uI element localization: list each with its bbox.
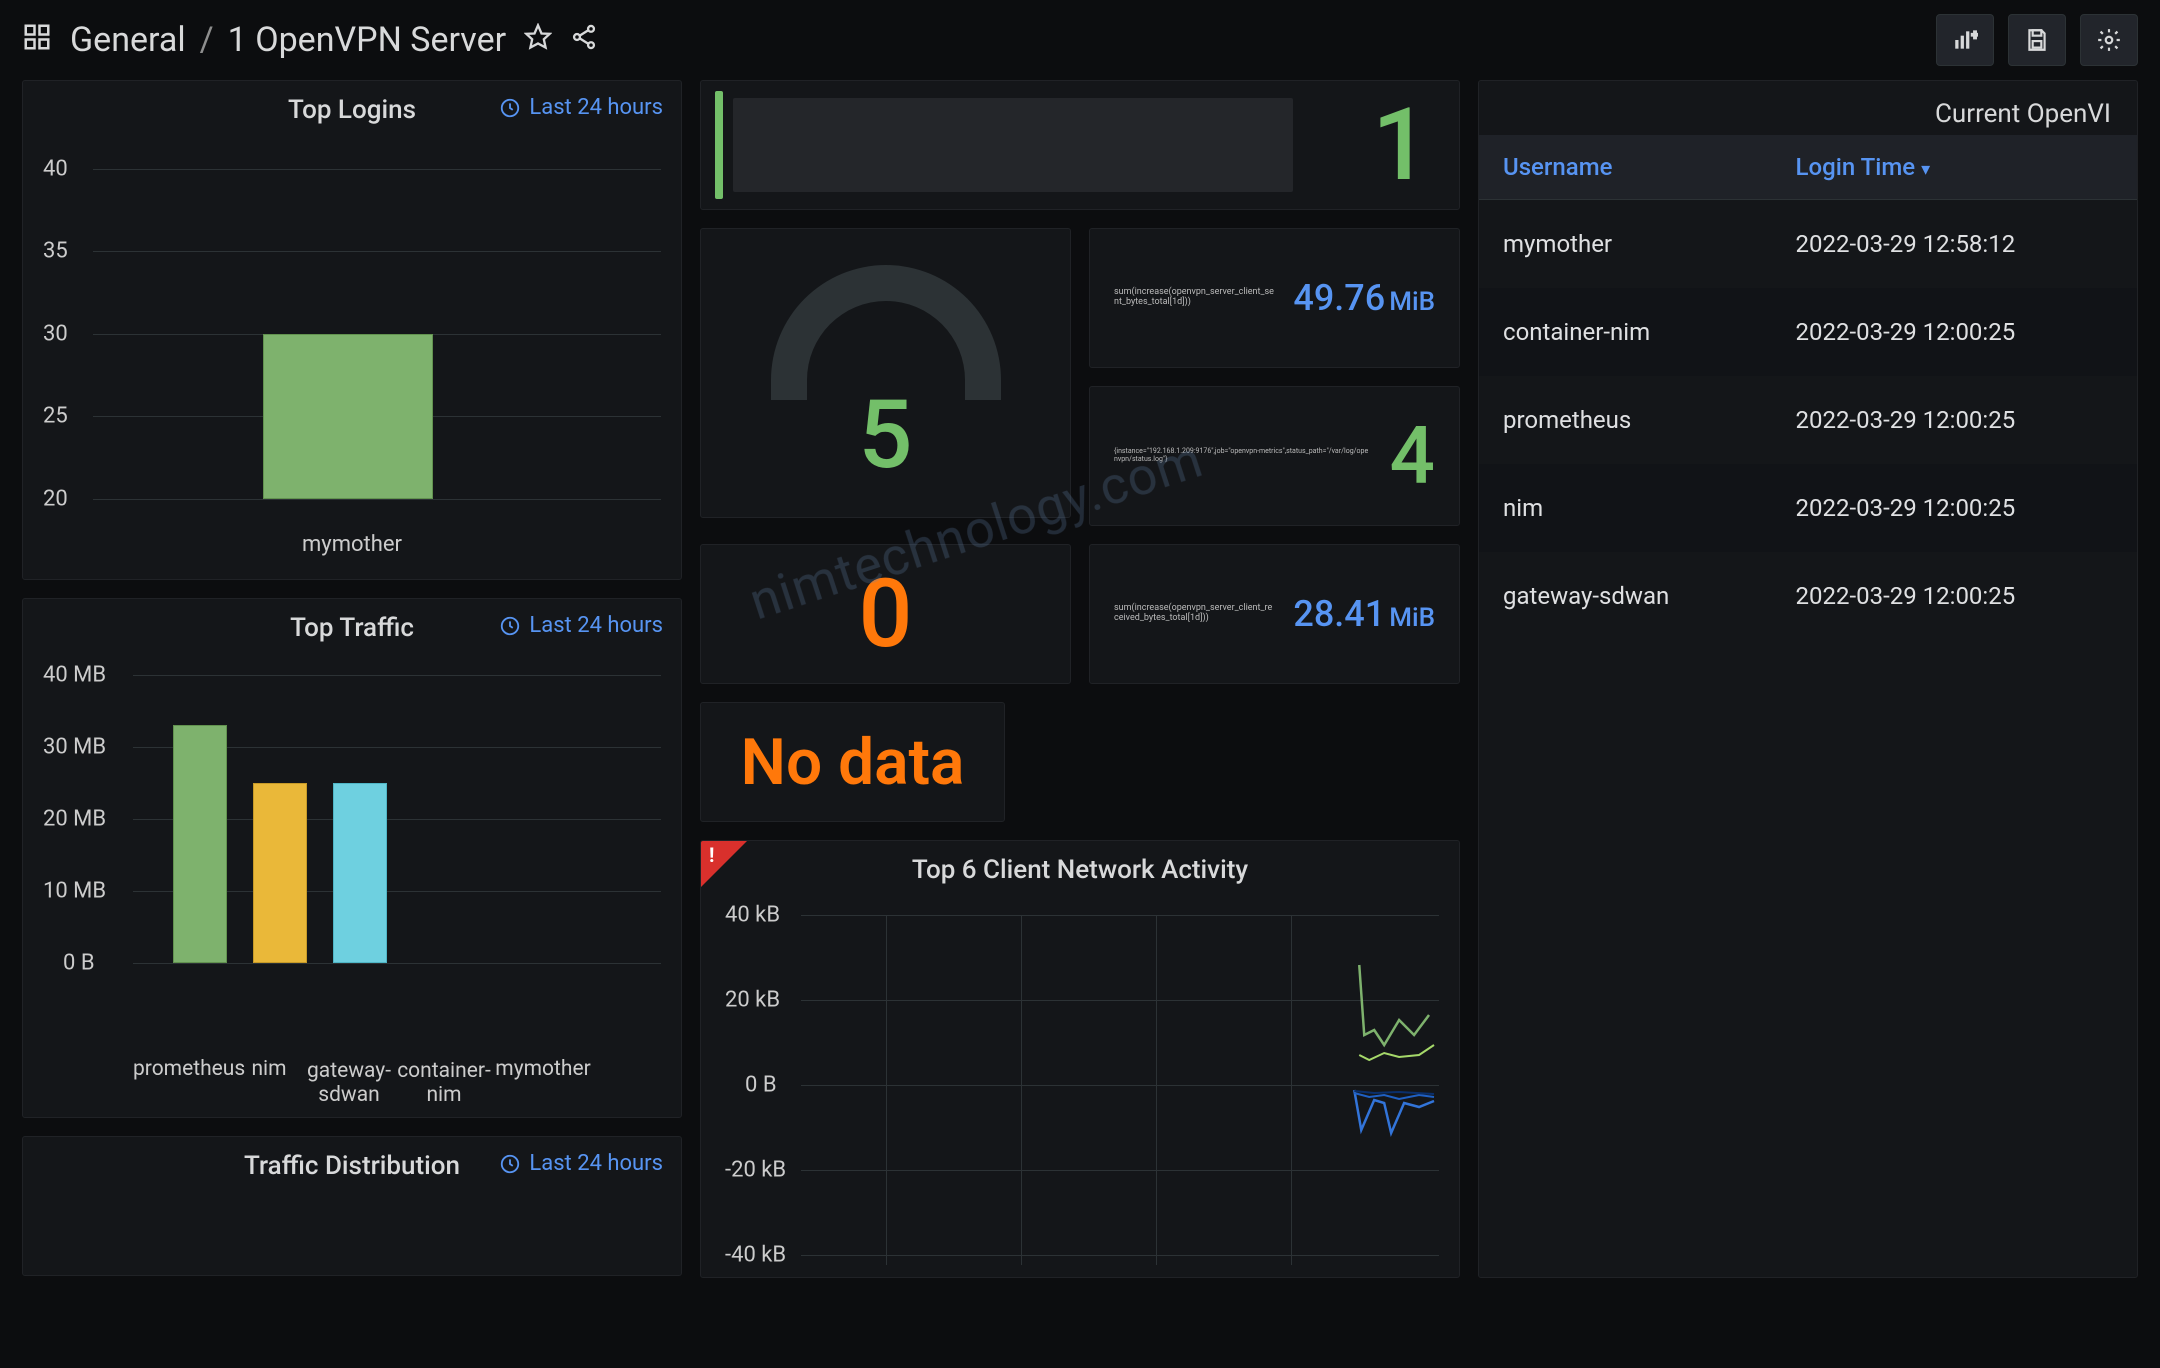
ytick: 10 MB [43, 879, 106, 904]
panel-title: Top 6 Client Network Activity [912, 855, 1248, 885]
no-data-label: No data [741, 725, 965, 800]
breadcrumb-folder[interactable]: General [70, 20, 186, 60]
panel-no-data[interactable]: No data [700, 702, 1005, 822]
ytick: 40 MB [43, 663, 106, 688]
stat-value: 0 [859, 559, 913, 670]
panel-bytes-received[interactable]: sum(increase(openvpn_server_client_recei… [1089, 544, 1460, 684]
panel-title: Top Logins [288, 95, 416, 125]
add-panel-button[interactable]: + [1936, 14, 1994, 66]
time-range-pill[interactable]: Last 24 hours [499, 613, 663, 638]
panel-title: Current OpenVI [1479, 81, 2137, 135]
xtick: mymother [493, 1057, 593, 1081]
stat-value: 28.41MiB [1293, 593, 1435, 635]
panel-current-connections[interactable]: Current OpenVI Username Login Time▾ mymo… [1478, 80, 2138, 1278]
ytick: 20 [43, 487, 68, 512]
clock-icon [499, 1153, 521, 1175]
stat-value: 4 [1390, 409, 1435, 503]
ytick: 35 [43, 239, 68, 264]
time-range-label: Last 24 hours [529, 1151, 663, 1176]
time-range-pill[interactable]: Last 24 hours [499, 1151, 663, 1176]
bar-chart-top-traffic: 40 MB 30 MB 20 MB 10 MB 0 B prometheus n… [23, 657, 681, 1117]
dashboard-settings-button[interactable] [2080, 14, 2138, 66]
bar-chart-top-logins: 40 35 30 25 20 mymother [23, 139, 681, 579]
table-row[interactable]: container-nim2022-03-29 12:00:25 [1479, 288, 2137, 376]
stat-value: 49.76MiB [1293, 277, 1435, 319]
panel-traffic-distribution[interactable]: Traffic Distribution Last 24 hours [22, 1136, 682, 1276]
ytick: 30 [43, 322, 68, 347]
xtick: prometheus [133, 1057, 233, 1081]
col-login-time[interactable]: Login Time▾ [1772, 135, 2137, 200]
ytick: 25 [43, 404, 68, 429]
panel-stat-orange[interactable]: 0 [700, 544, 1071, 684]
panel-stat-big1[interactable]: 1 [700, 80, 1460, 210]
ytick: 40 [43, 157, 68, 182]
table-row[interactable]: nim2022-03-29 12:00:25 [1479, 464, 2137, 552]
ytick: -20 kB [725, 1158, 786, 1183]
ytick: -40 kB [725, 1243, 786, 1268]
ytick: 30 MB [43, 735, 106, 760]
col-username[interactable]: Username [1479, 135, 1772, 200]
time-range-label: Last 24 hours [529, 613, 663, 638]
time-range-pill[interactable]: Last 24 hours [499, 95, 663, 120]
time-range-label: Last 24 hours [529, 95, 663, 120]
query-label: sum(increase(openvpn_server_client_sent_… [1114, 288, 1275, 308]
ytick: 0 B [745, 1073, 777, 1098]
panel-top-traffic[interactable]: Top Traffic Last 24 hours 40 MB 30 MB 20… [22, 598, 682, 1118]
stat-bar [715, 91, 723, 199]
ytick: 20 MB [43, 807, 106, 832]
stat-value: 1 [1372, 87, 1429, 204]
bar-prometheus [173, 725, 227, 963]
panel-bytes-sent[interactable]: sum(increase(openvpn_server_client_sent_… [1089, 228, 1460, 368]
ytick: 40 kB [725, 903, 780, 928]
xtick: mymother [23, 532, 681, 557]
bar-mymother [263, 334, 433, 499]
save-dashboard-button[interactable] [2008, 14, 2066, 66]
table-row[interactable]: gateway-sdwan2022-03-29 12:00:25 [1479, 552, 2137, 640]
breadcrumb-separator: / [200, 20, 214, 60]
svg-text:+: + [1972, 28, 1979, 43]
stat-spark-placeholder [733, 98, 1293, 192]
clock-icon [499, 615, 521, 637]
ytick: 0 B [63, 951, 95, 976]
breadcrumb-title[interactable]: 1 OpenVPN Server [228, 20, 506, 60]
clock-icon [499, 97, 521, 119]
dashboards-icon[interactable] [22, 22, 52, 58]
share-icon[interactable] [570, 23, 598, 57]
table-row[interactable]: mymother2022-03-29 12:58:12 [1479, 200, 2137, 289]
panel-status-count[interactable]: {instance="192.168.1.209:9176",job="open… [1089, 386, 1460, 526]
line-chart: 40 kB 20 kB 0 B -20 kB -40 kB [801, 905, 1439, 1265]
bar-gateway-sdwan [333, 783, 387, 963]
table-row[interactable]: prometheus2022-03-29 12:00:25 [1479, 376, 2137, 464]
panel-title: Traffic Distribution [244, 1151, 460, 1181]
panel-gauge[interactable]: 5 [700, 228, 1071, 518]
gauge-value: 5 [859, 380, 913, 491]
connections-table: Username Login Time▾ mymother2022-03-29 … [1479, 135, 2137, 640]
query-label: {instance="192.168.1.209:9176",job="open… [1114, 448, 1372, 463]
query-label: sum(increase(openvpn_server_client_recei… [1114, 604, 1275, 624]
panel-top-logins[interactable]: Top Logins Last 24 hours 40 35 30 25 20 … [22, 80, 682, 580]
star-icon[interactable] [524, 23, 552, 57]
panel-network-activity[interactable]: Top 6 Client Network Activity 40 kB 20 k… [700, 840, 1460, 1278]
sort-desc-icon: ▾ [1921, 159, 1930, 180]
ytick: 20 kB [725, 988, 780, 1013]
xtick: container-nim [379, 1059, 509, 1107]
bar-nim [253, 783, 307, 963]
panel-title: Top Traffic [290, 613, 414, 643]
breadcrumb: General / 1 OpenVPN Server [70, 20, 506, 60]
